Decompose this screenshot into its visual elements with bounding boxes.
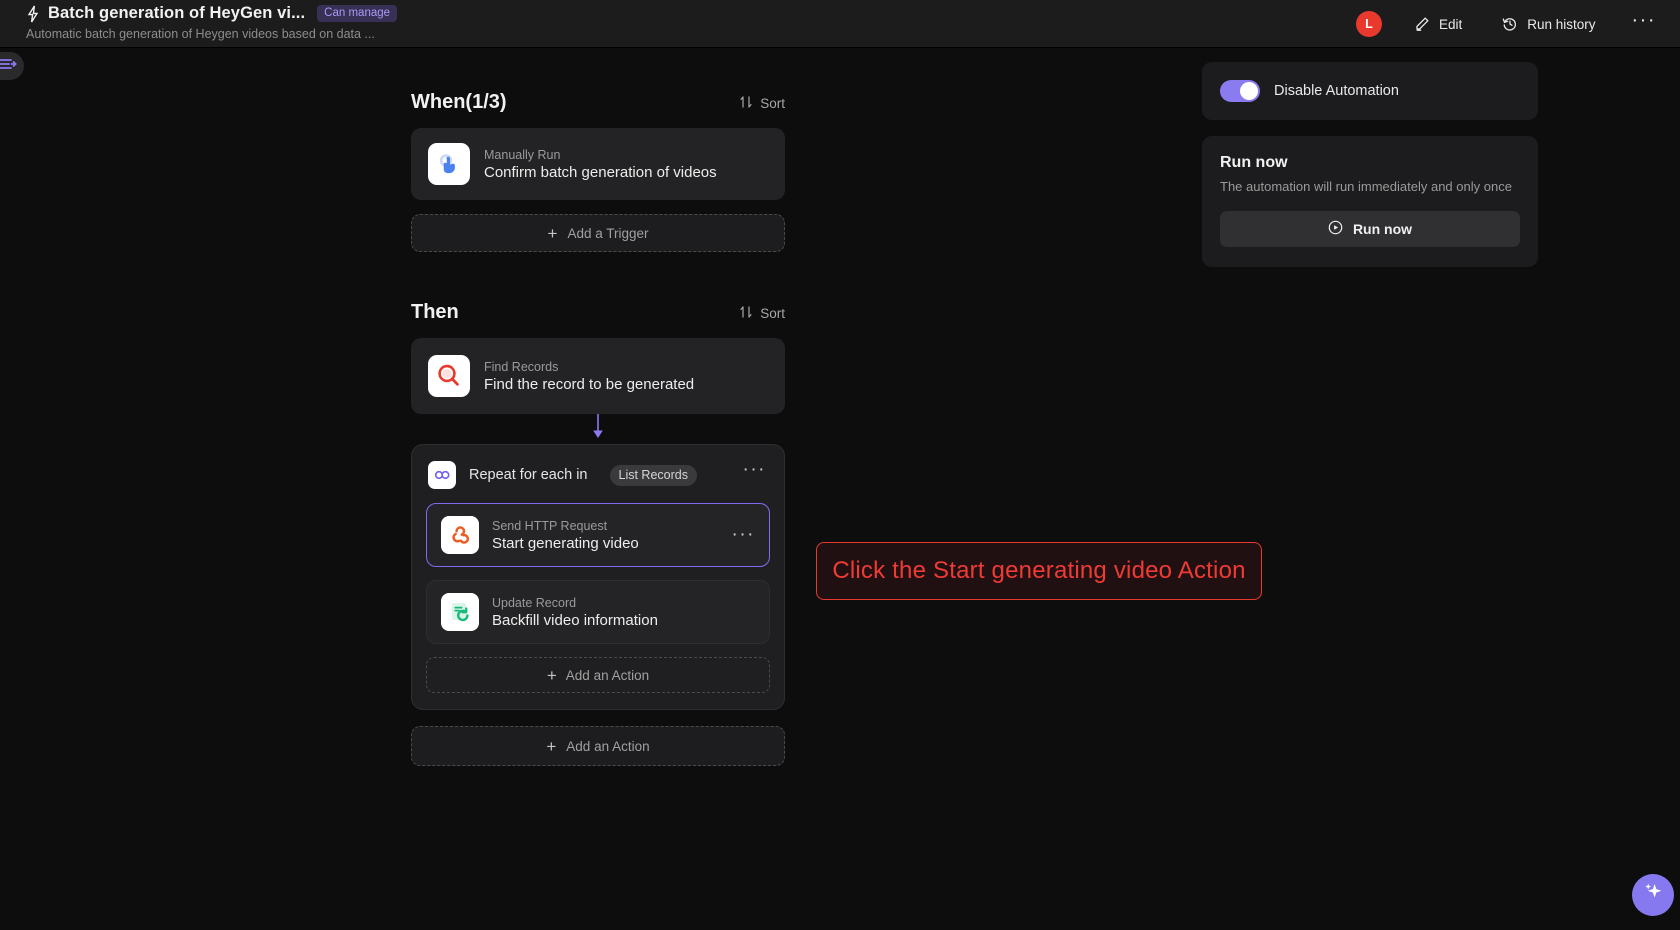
automation-flow: When(1/3) Sort Manually Run Confirm batc…: [411, 80, 785, 766]
permission-badge: Can manage: [317, 5, 398, 22]
action-card-update-record[interactable]: Update Record Backfill video information: [426, 580, 770, 644]
loop-infinity-icon: [428, 461, 456, 489]
find-records-kind: Find Records: [484, 359, 559, 374]
action-card-send-http-request[interactable]: Send HTTP Request Start generating video…: [426, 503, 770, 567]
disable-automation-label: Disable Automation: [1274, 83, 1399, 99]
trigger-kind: Manually Run: [484, 147, 561, 162]
update-record-icon: [441, 593, 479, 631]
right-rail: Disable Automation Run now The automatio…: [1202, 62, 1538, 267]
annotation-text: Click the Start generating video Action: [832, 557, 1246, 584]
history-clock-icon: [1502, 16, 1518, 32]
action-card-find-records[interactable]: Find Records Find the record to be gener…: [411, 338, 785, 414]
run-now-title: Run now: [1220, 154, 1288, 171]
sort-icon: [739, 305, 753, 322]
http-action-more-button[interactable]: ···: [732, 525, 755, 544]
edit-button[interactable]: Edit: [1404, 9, 1472, 39]
title-block: Batch generation of HeyGen vi... Can man…: [26, 4, 398, 41]
add-action-button[interactable]: + Add an Action: [411, 726, 785, 766]
automation-canvas: When(1/3) Sort Manually Run Confirm batc…: [0, 48, 1680, 930]
loop-source-chip[interactable]: List Records: [609, 464, 697, 486]
when-sort-label: Sort: [760, 96, 785, 111]
tap-hand-icon: [428, 143, 470, 185]
add-trigger-label: Add a Trigger: [567, 225, 649, 241]
disable-automation-toggle[interactable]: [1220, 80, 1260, 102]
more-options-button[interactable]: ···: [1626, 10, 1662, 35]
then-sort-label: Sort: [760, 306, 785, 321]
trigger-card-manually-run[interactable]: Manually Run Confirm batch generation of…: [411, 128, 785, 200]
run-now-button-label: Run now: [1352, 221, 1413, 237]
find-records-name: Find the record to be generated: [484, 375, 695, 393]
bolt-icon: [26, 5, 40, 23]
when-sort-button[interactable]: Sort: [739, 95, 785, 114]
loop-add-action-button[interactable]: + Add an Action: [426, 657, 770, 693]
sort-icon: [739, 95, 753, 112]
top-bar: Batch generation of HeyGen vi... Can man…: [0, 0, 1680, 48]
ai-sparkle-icon: [1640, 880, 1666, 911]
http-action-kind: Send HTTP Request: [492, 518, 608, 533]
loop-header[interactable]: Repeat for each in List Records ···: [426, 459, 770, 489]
then-sort-button[interactable]: Sort: [739, 305, 785, 324]
loop-more-button[interactable]: ···: [743, 460, 766, 479]
plus-icon: +: [546, 736, 557, 756]
avatar[interactable]: L: [1355, 11, 1382, 37]
run-now-card: Run now The automation will run immediat…: [1202, 136, 1538, 267]
loop-label: Repeat for each in: [469, 467, 588, 483]
edit-label: Edit: [1438, 16, 1463, 32]
then-title: Then: [411, 301, 459, 323]
toggle-knob: [1240, 82, 1258, 100]
ai-assistant-button[interactable]: [1632, 874, 1674, 916]
add-action-label: Add an Action: [566, 738, 650, 754]
page-title: Batch generation of HeyGen vi...: [48, 4, 306, 22]
play-circle-icon: [1328, 220, 1343, 238]
disable-automation-card: Disable Automation: [1202, 62, 1538, 120]
then-section-header: Then Sort: [411, 290, 785, 324]
loop-actions: Send HTTP Request Start generating video…: [426, 503, 770, 693]
annotation-callout: Click the Start generating video Action: [816, 542, 1262, 600]
add-trigger-button[interactable]: + Add a Trigger: [411, 214, 785, 252]
pencil-icon: [1414, 16, 1430, 32]
run-history-label: Run history: [1527, 16, 1596, 32]
when-title: When(1/3): [411, 91, 507, 113]
trigger-name: Confirm batch generation of videos: [484, 163, 717, 181]
loop-add-action-label: Add an Action: [565, 667, 650, 683]
webhook-icon: [441, 516, 479, 554]
plus-icon: +: [547, 223, 558, 243]
page-subtitle: Automatic batch generation of Heygen vid…: [26, 27, 375, 41]
top-bar-actions: L Edit Run history ···: [1355, 0, 1664, 48]
plus-icon: +: [546, 665, 557, 685]
loop-block: Repeat for each in List Records ··· Send…: [411, 444, 785, 710]
magnifier-icon: [428, 355, 470, 397]
flow-connector: [411, 414, 785, 444]
http-action-name: Start generating video: [492, 534, 639, 552]
when-section-header: When(1/3) Sort: [411, 80, 785, 114]
run-history-button[interactable]: Run history: [1492, 9, 1605, 39]
update-record-kind: Update Record: [492, 595, 577, 610]
update-record-name: Backfill video information: [492, 611, 658, 629]
run-now-button[interactable]: Run now: [1220, 211, 1520, 247]
run-now-description: The automation will run immediately and …: [1220, 179, 1512, 194]
